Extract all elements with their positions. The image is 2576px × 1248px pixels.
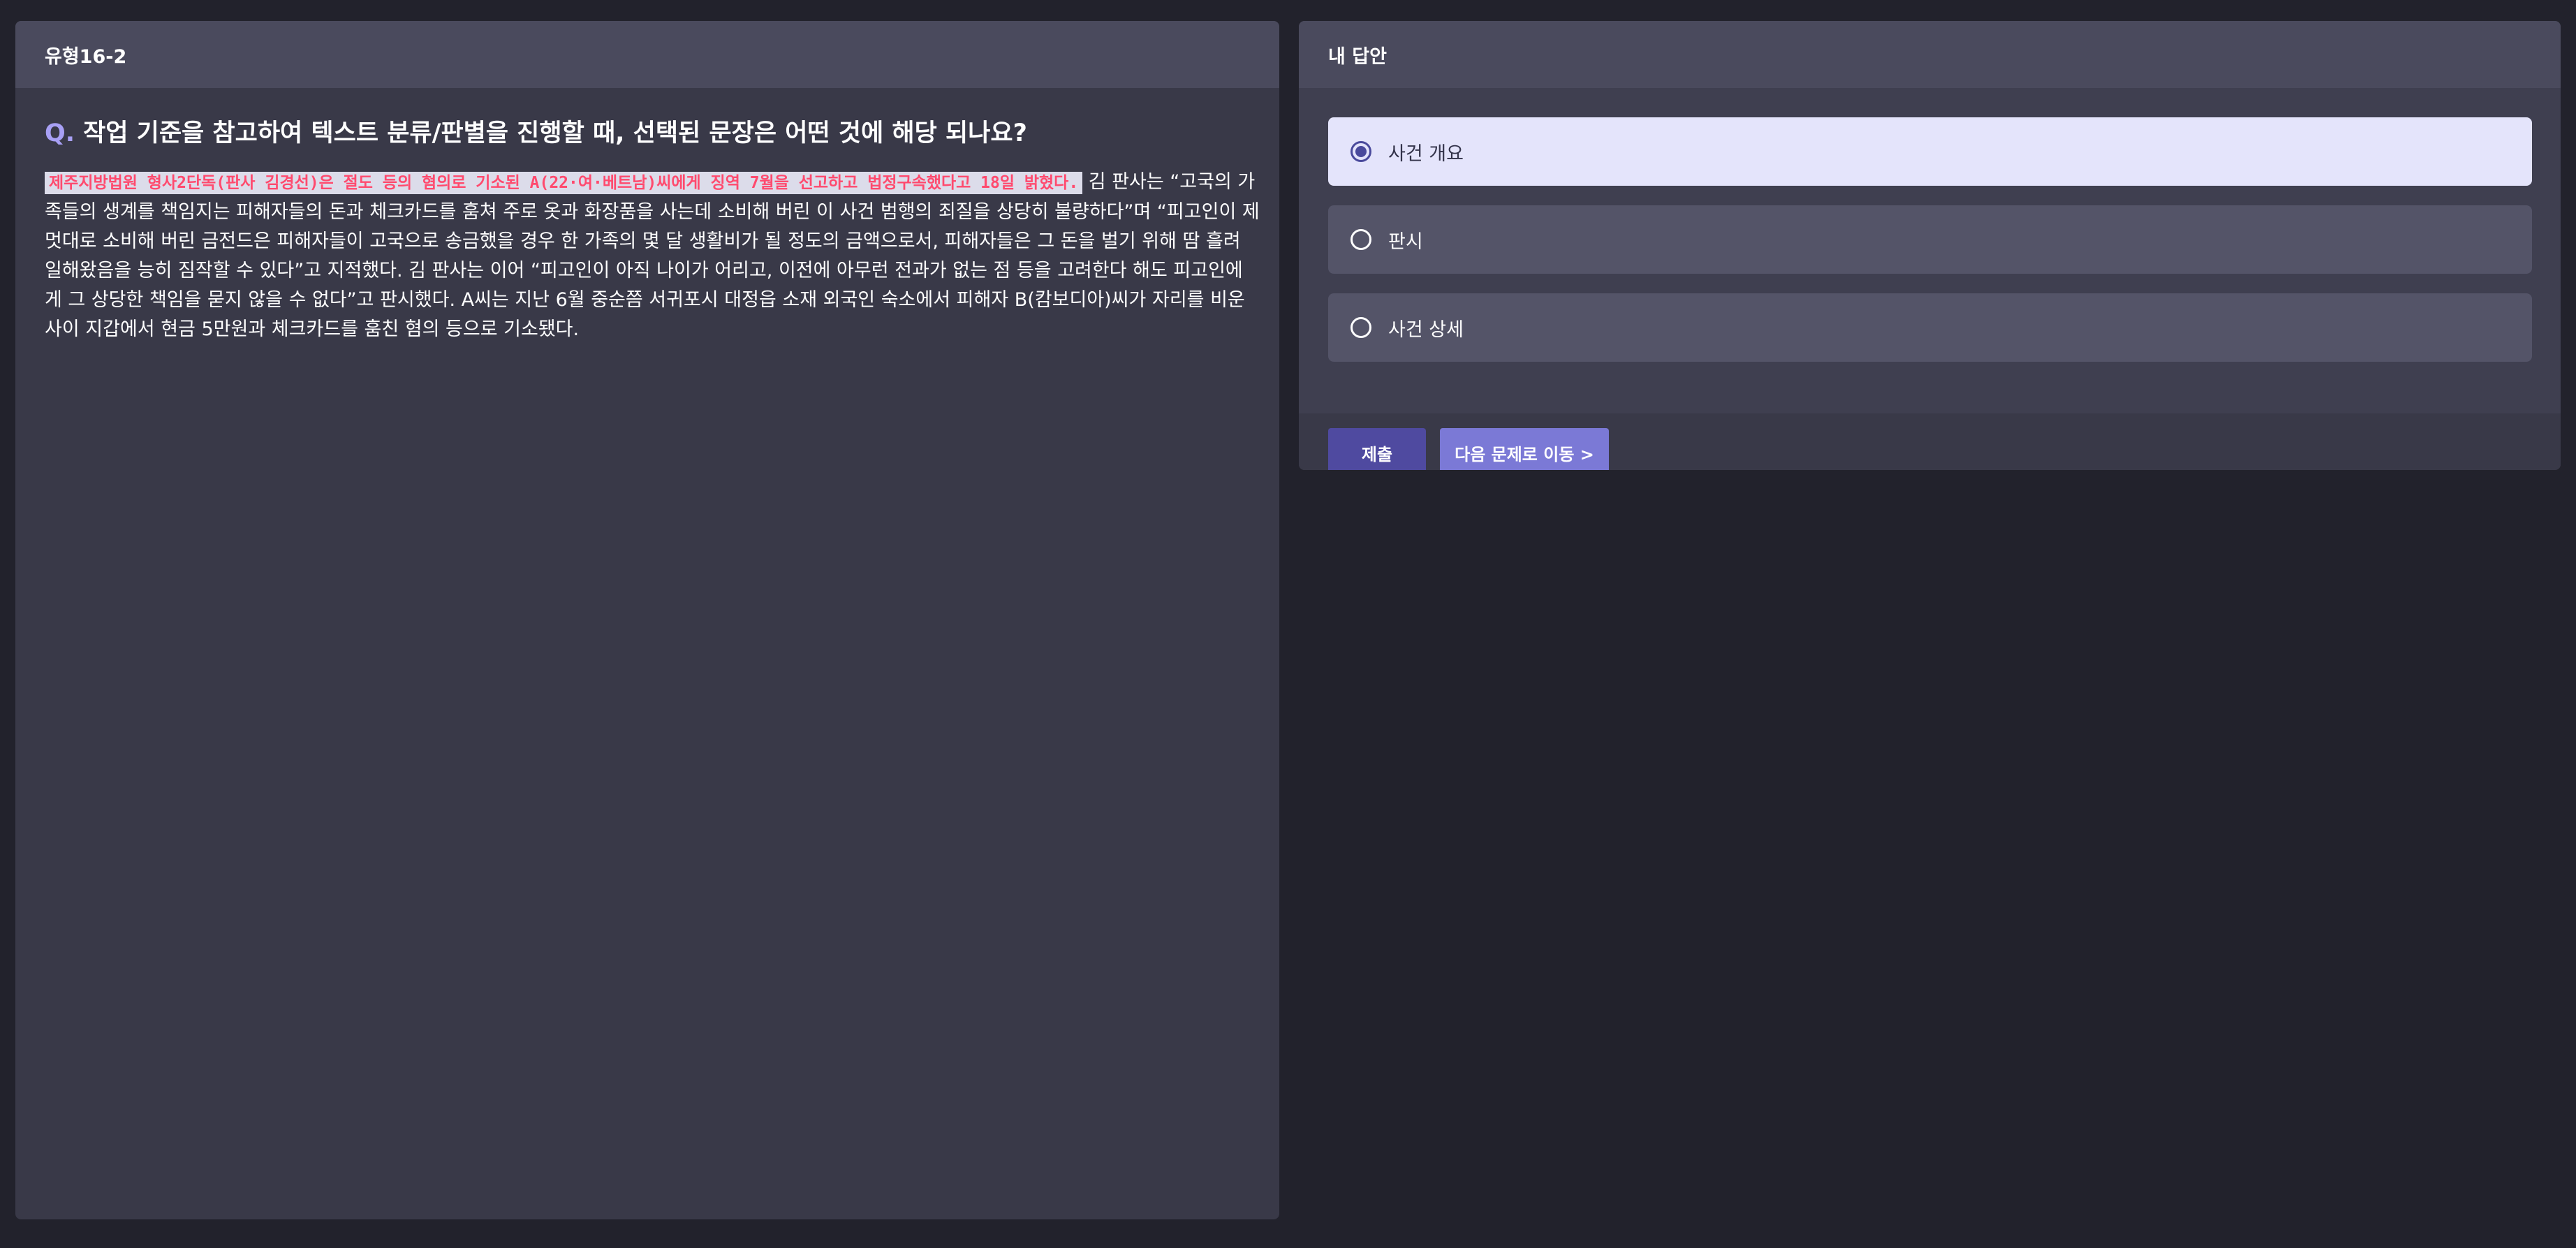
answer-option-label: 사건 상세	[1388, 318, 1464, 341]
app-root: 유형16-2 Q. 작업 기준을 참고하여 텍스트 분류/판별을 진행할 때, 선…	[0, 0, 2576, 1248]
answer-option-label: 사건 개요	[1388, 142, 1464, 165]
submit-button[interactable]: 제출	[1328, 428, 1426, 470]
answer-option-ruling[interactable]: 판시	[1328, 205, 2532, 274]
passage-body: 김 판사는 “고국의 가족들의 생계를 책임지는 피해자들의 돈과 체크카드를 …	[45, 171, 1260, 340]
radio-selected-icon[interactable]	[1350, 141, 1371, 162]
question-prefix: Q.	[45, 119, 75, 147]
question-panel-header: 유형16-2	[15, 21, 1279, 88]
question-panel-title: 유형16-2	[45, 45, 127, 68]
radio-unselected-icon[interactable]	[1350, 317, 1371, 338]
question-text: 작업 기준을 참고하여 텍스트 분류/판별을 진행할 때, 선택된 문장은 어떤…	[83, 119, 1027, 147]
answer-options: 사건 개요 판시 사건 상세	[1299, 88, 2561, 413]
answer-panel: 내 답안 사건 개요 판시 사건 상세 제출 다음 문제로 이동 >	[1299, 21, 2561, 470]
answer-actions: 제출 다음 문제로 이동 >	[1299, 413, 2561, 470]
answer-panel-header: 내 답안	[1299, 21, 2561, 88]
question-heading: Q. 작업 기준을 참고하여 텍스트 분류/판별을 진행할 때, 선택된 문장은 …	[45, 119, 1253, 148]
radio-dot-icon	[1355, 146, 1367, 157]
answer-option-label: 판시	[1388, 230, 1423, 253]
answer-panel-title: 내 답안	[1328, 45, 1387, 68]
answer-option-case-summary[interactable]: 사건 개요	[1328, 117, 2532, 186]
passage-text: 제주지방법원 형사2단독(판사 김경선)은 절도 등의 혐의로 기소된 A(22…	[45, 168, 1260, 344]
selected-sentence-highlight: 제주지방법원 형사2단독(판사 김경선)은 절도 등의 혐의로 기소된 A(22…	[45, 172, 1083, 194]
next-question-button[interactable]: 다음 문제로 이동 >	[1440, 428, 1609, 470]
question-panel: 유형16-2 Q. 작업 기준을 참고하여 텍스트 분류/판별을 진행할 때, 선…	[15, 21, 1279, 1219]
radio-unselected-icon[interactable]	[1350, 229, 1371, 250]
answer-option-case-details[interactable]: 사건 상세	[1328, 293, 2532, 362]
